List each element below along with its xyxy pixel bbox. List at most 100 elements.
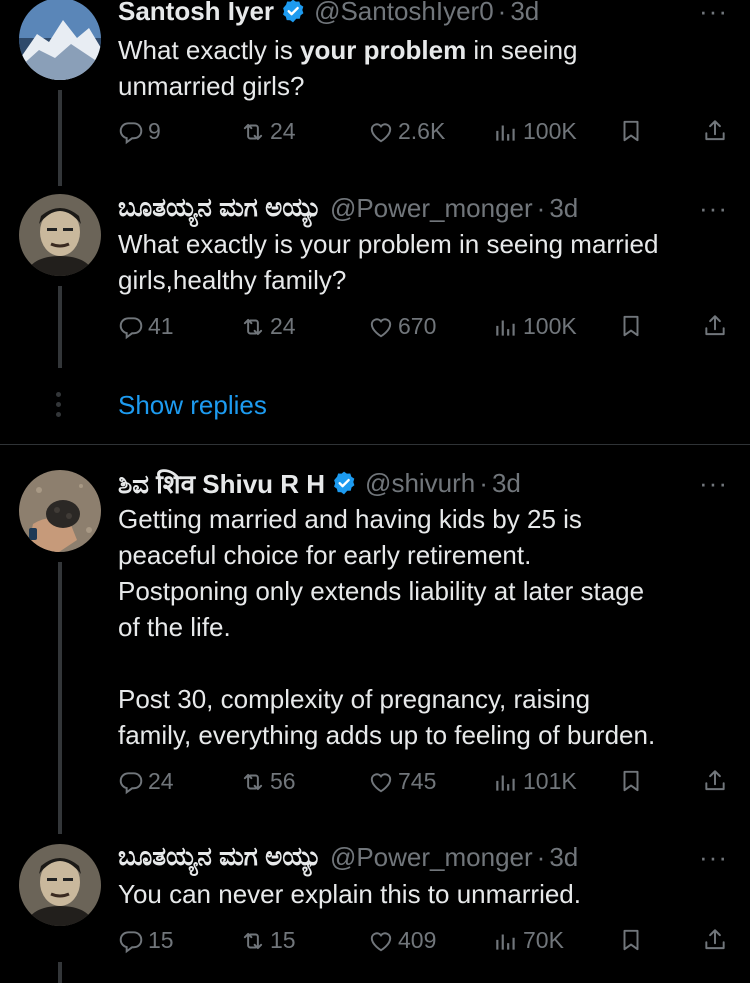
repost-button[interactable]: 24 (240, 118, 296, 145)
collapsed-thread-dots (56, 392, 62, 422)
bookmark-button[interactable] (618, 313, 644, 339)
like-count: 745 (398, 768, 437, 794)
thread-line (58, 90, 62, 186)
share-button[interactable] (702, 768, 728, 794)
repost-icon (240, 769, 266, 795)
tweet-santosh[interactable]: Santosh Iyer @SantoshIyer0 · 3d ··· What… (0, 0, 750, 190)
views-button[interactable]: 100K (493, 313, 577, 340)
like-icon (368, 119, 394, 145)
views-icon (493, 928, 519, 954)
share-button[interactable] (702, 118, 728, 144)
more-options-icon[interactable]: ··· (699, 468, 728, 499)
tweet-power-monger[interactable]: ಬೂತಯ್ಯನ ಮಗ ಅಯ್ಯು @Power_monger · 3d ··· … (0, 190, 750, 390)
bookmark-icon (618, 927, 644, 953)
views-icon (493, 119, 519, 145)
action-bar: 41 24 670 100K (118, 313, 730, 347)
man-portrait-avatar[interactable] (19, 844, 101, 926)
tweet-header: ಶಿವ शिव Shivu R H @shivurh · 3d (118, 466, 730, 500)
show-replies-link[interactable]: Show replies (118, 390, 267, 421)
views-icon (493, 314, 519, 340)
like-icon (368, 769, 394, 795)
repost-icon (240, 119, 266, 145)
tweet-shivurh[interactable]: ಶಿವ शिव Shivu R H @shivurh · 3d ··· Gett… (0, 464, 750, 834)
timestamp[interactable]: 3d (510, 0, 539, 27)
reply-button[interactable]: 9 (118, 118, 161, 145)
like-icon (368, 314, 394, 340)
view-count: 70K (523, 927, 564, 953)
bookmark-button[interactable] (618, 118, 644, 144)
reply-count: 24 (148, 768, 174, 794)
action-bar: 15 15 409 70K (118, 927, 730, 961)
reply-count: 41 (148, 313, 174, 339)
display-name[interactable]: ಶಿವ शिव Shivu R H (118, 465, 325, 501)
hand-stone-avatar[interactable] (19, 470, 101, 552)
thread-line (58, 962, 62, 983)
views-button[interactable]: 100K (493, 118, 577, 145)
mountain-avatar[interactable] (19, 0, 101, 80)
share-icon (702, 313, 728, 339)
reply-count: 15 (148, 927, 174, 953)
like-button[interactable]: 2.6K (368, 118, 445, 145)
bookmark-icon (618, 118, 644, 144)
separator-dot: · (536, 192, 546, 223)
reply-button[interactable]: 24 (118, 768, 174, 795)
view-count: 100K (523, 313, 577, 339)
like-icon (368, 928, 394, 954)
more-options-icon[interactable]: ··· (699, 193, 728, 224)
repost-icon (240, 928, 266, 954)
section-divider (0, 444, 750, 445)
user-handle[interactable]: @shivurh (365, 468, 475, 499)
display-name[interactable]: ಬೂತಯ್ಯನ ಮಗ ಅಯ್ಯು (118, 192, 322, 224)
separator-dot: · (479, 467, 488, 498)
more-options-icon[interactable]: ··· (699, 842, 728, 873)
user-handle[interactable]: @Power_monger (330, 193, 533, 224)
reply-count: 9 (148, 118, 161, 144)
tweet-header: ಬೂತಯ್ಯನ ಮಗ ಅಯ್ಯು @Power_monger · 3d (118, 840, 730, 874)
views-button[interactable]: 101K (493, 768, 577, 795)
man-portrait-avatar[interactable] (19, 194, 101, 276)
like-count: 409 (398, 927, 437, 953)
verified-badge-icon (280, 0, 306, 24)
thread-line (58, 286, 62, 368)
bookmark-button[interactable] (618, 927, 644, 953)
timestamp[interactable]: 3d (549, 842, 578, 873)
tweet-text: What exactly is your problem in seeing u… (118, 32, 720, 104)
views-button[interactable]: 70K (493, 927, 564, 954)
reply-icon (118, 119, 144, 145)
user-handle[interactable]: @SantoshIyer0 (314, 0, 494, 27)
tweet-power-monger-reply[interactable]: ಬೂತಯ್ಯನ ಮಗ ಅಯ್ಯು @Power_monger · 3d ··· … (0, 838, 750, 983)
reply-button[interactable]: 41 (118, 313, 174, 340)
reply-button[interactable]: 15 (118, 927, 174, 954)
action-bar: 24 56 745 101K (118, 768, 730, 802)
reply-icon (118, 314, 144, 340)
repost-count: 56 (270, 768, 296, 794)
timestamp[interactable]: 3d (492, 468, 521, 499)
like-button[interactable]: 409 (368, 927, 436, 954)
user-handle[interactable]: @Power_monger (330, 842, 533, 873)
repost-button[interactable]: 15 (240, 927, 296, 954)
action-bar: 9 24 2.6K 100K (118, 118, 730, 152)
display-name[interactable]: ಬೂತಯ್ಯನ ಮಗ ಅಯ್ಯು (118, 841, 322, 873)
repost-button[interactable]: 24 (240, 313, 296, 340)
repost-count: 24 (270, 118, 296, 144)
share-icon (702, 768, 728, 794)
share-icon (702, 927, 728, 953)
reply-icon (118, 769, 144, 795)
tweet-text: Getting married and having kids by 25 is… (118, 504, 656, 750)
separator-dot: · (536, 841, 546, 872)
tweet-text: You can never explain this to unmarried. (118, 879, 581, 909)
like-button[interactable]: 670 (368, 313, 436, 340)
verified-badge-icon (331, 470, 357, 496)
like-button[interactable]: 745 (368, 768, 436, 795)
like-count: 2.6K (398, 118, 446, 144)
more-options-icon[interactable]: ··· (699, 0, 728, 27)
timestamp[interactable]: 3d (549, 193, 578, 224)
like-count: 670 (398, 313, 437, 339)
repost-button[interactable]: 56 (240, 768, 296, 795)
tweet-header: Santosh Iyer @SantoshIyer0 · 3d (118, 0, 730, 28)
thread-line (58, 562, 62, 834)
share-button[interactable] (702, 313, 728, 339)
display-name[interactable]: Santosh Iyer (118, 0, 274, 27)
share-button[interactable] (702, 927, 728, 953)
bookmark-button[interactable] (618, 768, 644, 794)
